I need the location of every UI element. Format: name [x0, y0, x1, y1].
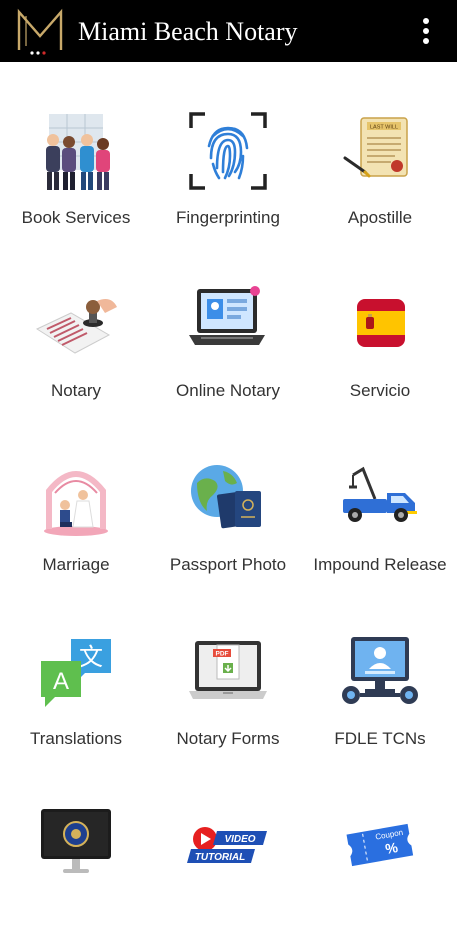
svg-text:A: A — [53, 668, 69, 695]
tile-label: Notary Forms — [176, 729, 280, 748]
tile-online-notary[interactable]: Online Notary — [152, 235, 304, 407]
logo-icon — [17, 8, 63, 55]
video-tutorial-icon: VIDEO TUTORIAL — [187, 827, 267, 863]
grid-row: 文 A Translations PDF Notary Forms FDLE T… — [0, 583, 457, 755]
tile-label: Passport Photo — [169, 555, 287, 574]
translate-icon: 文 A — [41, 639, 111, 707]
tile-label: Marriage — [42, 555, 110, 574]
laptop-icon — [189, 286, 265, 345]
tile-label: Fingerprinting — [176, 208, 280, 227]
passport-icon — [191, 465, 261, 529]
svg-text:文: 文 — [79, 643, 103, 671]
certificate-icon: LAST WILL — [343, 117, 408, 178]
tile-label: Impound Release — [313, 555, 447, 574]
tile-label: Book Services — [21, 208, 131, 227]
tile-marriage[interactable]: Marriage — [0, 409, 152, 581]
spain-flag-icon — [357, 299, 405, 347]
tile-coupon[interactable]: Coupon % — [304, 757, 456, 929]
tile-label: Apostille — [347, 208, 413, 227]
tile-label: Servicio — [349, 381, 411, 400]
app-title: Miami Beach Notary — [78, 17, 298, 46]
tile-label: FDLE TCNs — [334, 729, 426, 748]
tile-notary[interactable]: Notary — [0, 235, 152, 407]
pdf-form-icon: PDF — [189, 641, 267, 699]
apostille-doc-title: LAST WILL — [370, 125, 398, 131]
grid-row: Marriage Passport Photo Impound Release — [0, 409, 457, 581]
tile-label: Online Notary — [176, 381, 280, 400]
grid-row: Notary Online Notary Servicio — [0, 235, 457, 407]
fingerprint-icon — [189, 112, 267, 190]
tile-translations[interactable]: 文 A Translations — [0, 583, 152, 755]
svg-text:VIDEO: VIDEO — [224, 834, 255, 845]
menu-dot — [423, 18, 429, 24]
monitor-profile-icon — [342, 637, 418, 704]
more-options-button[interactable] — [419, 16, 433, 46]
tile-servicio[interactable]: Servicio — [304, 235, 456, 407]
coupon-icon: Coupon % — [346, 823, 414, 867]
pdf-badge: PDF — [216, 651, 229, 658]
tile-fdle-tcns[interactable]: FDLE TCNs — [304, 583, 456, 755]
tile-book-services[interactable]: Book Services — [0, 62, 152, 234]
tile-notary-forms[interactable]: PDF Notary Forms — [152, 583, 304, 755]
tow-truck-icon — [343, 466, 417, 522]
tile-fbi[interactable] — [0, 757, 152, 929]
menu-dot — [423, 28, 429, 34]
tile-label: Notary — [50, 381, 102, 400]
tile-apostille[interactable]: LAST WILL Apostille — [304, 62, 456, 234]
tile-passport-photo[interactable]: Passport Photo — [152, 409, 304, 581]
tile-impound-release[interactable]: Impound Release — [304, 409, 456, 581]
menu-dot — [423, 38, 429, 44]
people-icon — [46, 114, 110, 190]
grid-row: VIDEO TUTORIAL Coupon % — [0, 757, 457, 929]
stamp-icon — [35, 299, 117, 354]
wedding-icon — [44, 471, 108, 536]
tile-video-tutorial[interactable]: VIDEO TUTORIAL — [152, 757, 304, 929]
svg-text:TUTORIAL: TUTORIAL — [195, 852, 245, 863]
app-bar: Miami Beach Notary — [0, 0, 457, 62]
grid-row: Book Services Fingerprinting LAST WILL A… — [0, 62, 457, 234]
tile-fingerprinting[interactable]: Fingerprinting — [152, 62, 304, 234]
fbi-monitor-icon — [41, 809, 111, 873]
tile-label: Translations — [30, 729, 122, 748]
